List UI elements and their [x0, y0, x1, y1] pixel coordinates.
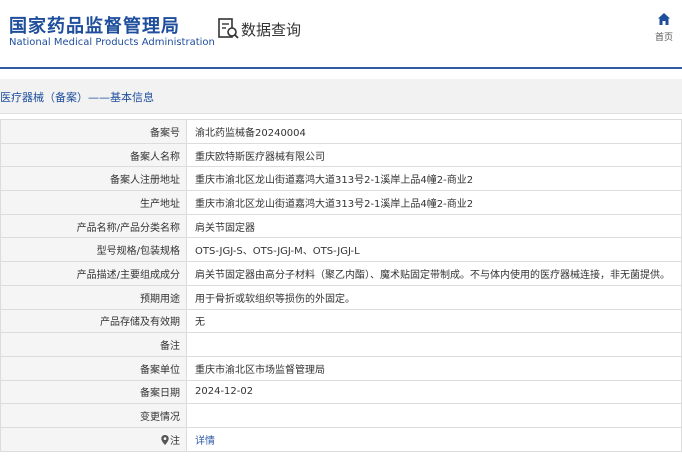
row-value: 用于骨折或软组织等损伤的外固定。 — [186, 284, 682, 310]
home-button[interactable]: 首页 — [650, 12, 678, 48]
row-label: 备案日期 — [0, 379, 187, 405]
detail-link[interactable]: 详情 — [195, 436, 215, 447]
row-value — [186, 332, 682, 357]
row-value: 2024-12-02 — [186, 379, 682, 405]
table-row: 预期用途 用于骨折或软组织等损伤的外固定。 — [0, 284, 682, 310]
table-row: 产品名称/产品分类名称 肩关节固定器 — [0, 213, 682, 239]
row-value: 重庆市渝北区市场监督管理局 — [186, 355, 682, 381]
row-value: 重庆市渝北区龙山街道嘉鸿大道313号2-1溪岸上品4幢2-商业2 — [186, 166, 682, 192]
row-value: 肩关节固定器由高分子材料（聚乙内酯）、魔术贴固定带制成。不与体内使用的医疗器械连… — [186, 261, 682, 286]
table-row: 备案人名称 重庆欧特斯医疗器械有限公司 — [0, 142, 682, 168]
table-row: 备案单位 重庆市渝北区市场监督管理局 — [0, 355, 682, 381]
row-label: 预期用途 — [0, 284, 187, 310]
database-title: 数据查询 — [241, 21, 302, 39]
row-label: 产品存储及有效期 — [0, 308, 187, 334]
row-label: 备案人名称 — [0, 142, 187, 168]
note-label-cell: 注 — [0, 426, 187, 452]
table-row: 备案日期 2024-12-02 — [0, 379, 682, 405]
row-label: 备案单位 — [0, 355, 187, 381]
row-value: OTS-JGJ-S、OTS-JGJ-M、OTS-JGJ-L — [186, 237, 682, 263]
row-value — [186, 403, 682, 428]
table-row: 产品存储及有效期 无 — [0, 308, 682, 334]
home-icon — [658, 13, 670, 25]
note-value-cell: 详情 — [186, 426, 682, 452]
brand-title-en: National Medical Products Administration — [9, 37, 215, 48]
note-label: 注 — [170, 435, 180, 447]
row-label: 生产地址 — [0, 190, 187, 215]
section-header: 医疗器械（备案）——基本信息 — [0, 79, 682, 114]
row-value: 重庆欧特斯医疗器械有限公司 — [186, 142, 682, 168]
row-value: 渝北药监械备20240004 — [186, 119, 682, 144]
table-row: 型号规格/包装规格 OTS-JGJ-S、OTS-JGJ-M、OTS-JGJ-L — [0, 237, 682, 263]
row-label: 产品描述/主要组成成分 — [0, 261, 187, 286]
site-header: 国家药品监督管理局 National Medical Products Admi… — [0, 0, 682, 66]
row-label: 备案号 — [0, 119, 187, 144]
row-value: 肩关节固定器 — [186, 213, 682, 239]
home-label: 首页 — [654, 33, 673, 43]
table-row-note: 注 详情 — [0, 426, 682, 452]
location-pin-icon — [161, 434, 169, 445]
table-row: 变更情况 — [0, 403, 682, 428]
row-value: 无 — [186, 308, 682, 334]
row-label: 产品名称/产品分类名称 — [0, 213, 187, 239]
info-table: 备案号 渝北药监械备20240004 备案人名称 重庆欧特斯医疗器械有限公司 备… — [0, 119, 682, 452]
section-title: 医疗器械（备案）——基本信息 — [0, 91, 154, 104]
brand-title-cn: 国家药品监督管理局 — [9, 16, 180, 37]
row-label: 型号规格/包装规格 — [0, 237, 187, 263]
table-row: 备案人注册地址 重庆市渝北区龙山街道嘉鸿大道313号2-1溪岸上品4幢2-商业2 — [0, 166, 682, 192]
table-row: 备案号 渝北药监械备20240004 — [0, 119, 682, 144]
row-label: 备注 — [0, 332, 187, 357]
table-row: 产品描述/主要组成成分 肩关节固定器由高分子材料（聚乙内酯）、魔术贴固定带制成。… — [0, 261, 682, 286]
row-label: 备案人注册地址 — [0, 166, 187, 192]
database-search-icon — [218, 18, 239, 39]
row-value: 重庆市渝北区龙山街道嘉鸿大道313号2-1溪岸上品4幢2-商业2 — [186, 190, 682, 215]
table-row: 备注 — [0, 332, 682, 357]
table-row: 生产地址 重庆市渝北区龙山街道嘉鸿大道313号2-1溪岸上品4幢2-商业2 — [0, 190, 682, 215]
header-divider — [0, 67, 682, 69]
row-label: 变更情况 — [0, 403, 187, 428]
